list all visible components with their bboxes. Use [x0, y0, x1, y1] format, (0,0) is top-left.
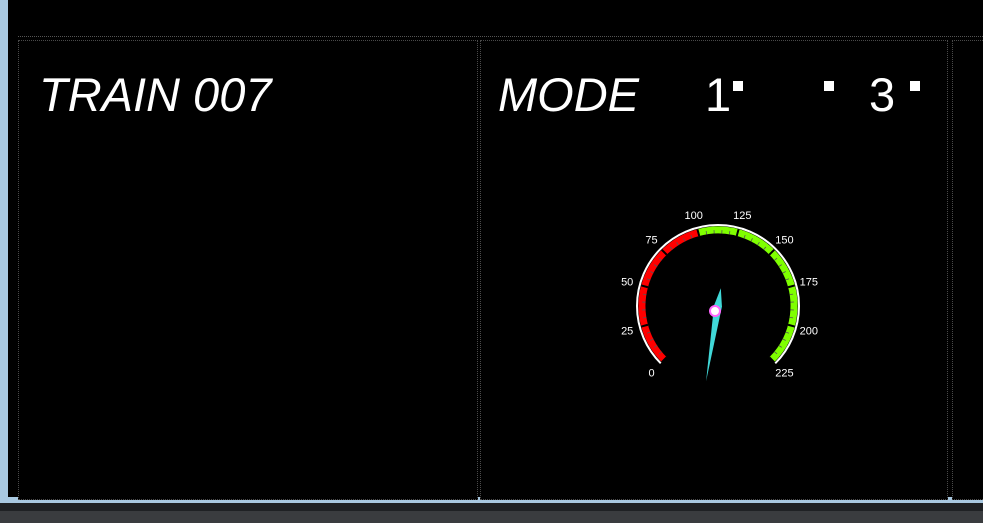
gauge-needle	[706, 288, 722, 382]
speedometer-gauge: 0 25 50 75 100 125 150 175 200 225	[621, 210, 818, 382]
mode-indicator-square	[910, 81, 920, 91]
gauge-minor-tick	[789, 293, 794, 296]
mode-panel: MODE 1 3 0 25 50 75 100 125 150 175 200 225	[480, 40, 948, 500]
train-title: TRAIN 007	[39, 68, 272, 121]
train-panel: TRAIN 007	[18, 40, 478, 500]
mode-title: MODE	[498, 68, 639, 121]
gauge-tick-label: 175	[800, 277, 818, 289]
gauge-minor-tick	[642, 293, 647, 296]
gauge-tick-label: 225	[775, 367, 793, 379]
gauge-tick-label: 25	[621, 325, 633, 337]
mode-indicator-square	[733, 81, 743, 91]
taskbar-strip	[0, 511, 983, 523]
gauge-tick-label: 50	[621, 277, 633, 289]
right-panel	[952, 40, 983, 500]
mode-number-3: 3	[869, 68, 896, 121]
gauge-minor-tick	[705, 230, 708, 235]
gauge-hub	[709, 305, 721, 317]
gauge-minor-tick	[642, 316, 647, 319]
top-strip	[8, 0, 983, 36]
gauge-tick-label: 0	[648, 367, 654, 379]
gauge-tick-label: 100	[684, 210, 702, 222]
gauge-minor-tick	[728, 230, 731, 235]
mode-number-1: 1	[705, 68, 732, 121]
gauge-tick-label: 75	[645, 235, 657, 247]
gauge-minor-tick	[789, 316, 794, 319]
mode-indicator-square	[824, 81, 834, 91]
gauge-tick-label: 150	[775, 235, 793, 247]
gauge-tick-label: 200	[800, 325, 818, 337]
strip-divider	[18, 36, 983, 38]
gauge-tick-label: 125	[733, 210, 751, 222]
app-window: TRAIN 007 MODE 1 3 0 25 50 75 100 125 150 175 20…	[0, 0, 983, 503]
